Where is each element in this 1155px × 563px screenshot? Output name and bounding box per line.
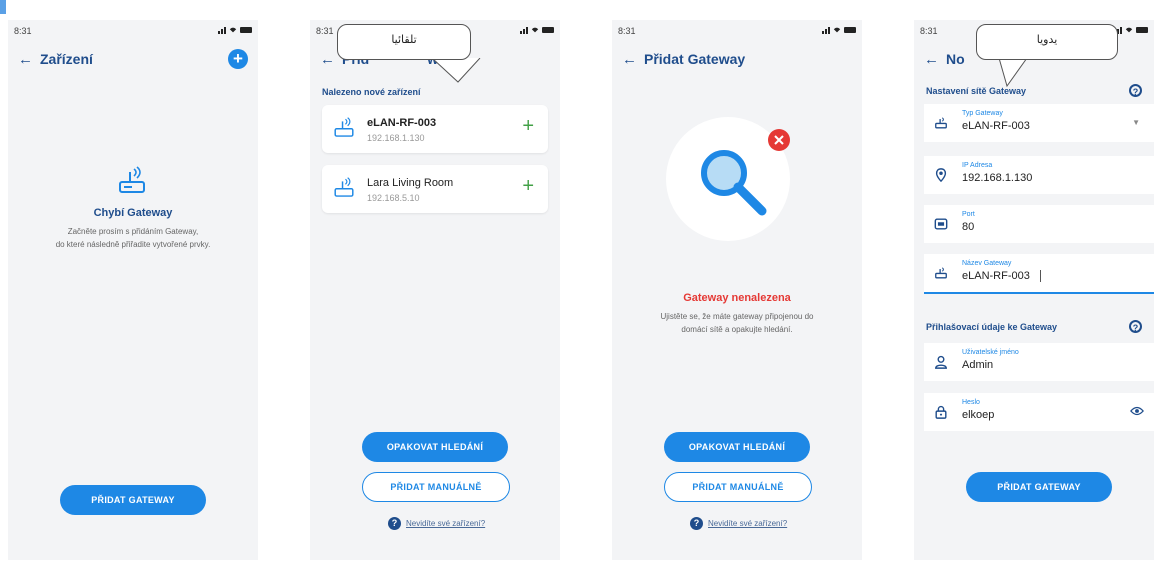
field-label: Port [962,211,975,218]
wifi-icon [1125,27,1133,33]
callout-pointer [431,58,481,83]
back-arrow-icon[interactable]: ← [622,51,640,68]
gateway-type-select[interactable]: Typ Gateway eLAN-RF-003 ▼ [924,104,1154,142]
status-time: 8:31 [618,26,636,36]
device-ip: 192.168.5.10 [367,193,420,203]
header: ← Přidat Gateway [622,46,852,72]
error-description-line1: Ujistěte se, že máte gateway připojenou … [660,312,814,321]
device-card[interactable]: Lara Living Room 192.168.5.10 + [322,165,548,213]
back-arrow-icon[interactable]: ← [18,51,36,68]
help-link-text: Nevidíte své zařízení? [708,519,788,528]
add-icon[interactable]: + [228,49,248,69]
page-title-fragment: No [946,51,965,67]
back-arrow-icon[interactable]: ← [924,51,942,68]
help-link[interactable]: ? Nevidíte své zařízení? [690,517,787,530]
device-ip: 192.168.1.130 [367,133,425,143]
retry-search-button[interactable]: OPAKOVAT HLEDÁNÍ [362,432,508,462]
help-icon: ? [690,517,703,530]
field-value: eLAN-RF-003 [962,120,1030,132]
field-value: elkoep [962,409,995,421]
screen-gateway-not-found: 8:31 ← Přidat Gateway Gateway nenalezena… [612,20,862,560]
username-field[interactable]: Uživatelské jméno Admin [924,343,1154,381]
wifi-icon [833,27,841,33]
callout-pointer [998,58,1028,88]
field-label: Typ Gateway [962,110,1003,117]
router-icon [119,166,145,193]
status-bar: 8:31 [14,26,252,38]
dropdown-arrow-icon[interactable]: ▼ [1132,118,1140,127]
ip-address-field[interactable]: IP Adresa 192.168.1.130 [924,156,1154,194]
battery-icon [1136,27,1148,33]
lock-icon [935,405,947,419]
router-icon [935,117,947,129]
password-field[interactable]: Heslo elkoep [924,393,1154,431]
field-value: 192.168.1.130 [962,172,1033,184]
text-cursor [1040,270,1041,282]
router-icon [935,267,947,279]
wifi-icon [531,27,539,33]
signal-icon [520,26,528,34]
status-time: 8:31 [920,26,938,36]
help-link[interactable]: ? Nevidíte své zařízení? [388,517,485,530]
gateway-name-field[interactable]: Název Gateway eLAN-RF-003 [924,254,1154,294]
field-value: Admin [962,359,994,371]
screen-add-gateway-found: 8:31 ← Přid way Nalezeno nové zařízení e… [310,20,560,560]
corner-marker [0,0,6,14]
field-label: IP Adresa [962,162,993,169]
port-field[interactable]: Port 80 [924,205,1154,243]
add-device-icon[interactable]: + [522,175,534,198]
signal-icon [822,26,830,34]
header: ← Zařízení + [18,46,248,72]
device-name: Lara Living Room [367,177,454,189]
eye-icon[interactable] [1130,405,1144,417]
help-icon[interactable]: ? [1129,84,1142,97]
empty-description-line1: Začněte prosím s přidáním Gateway, [67,227,199,236]
add-manually-button[interactable]: PŘIDAT MANUÁLNĚ [362,472,510,502]
error-description-line2: domácí sítě a opakujte hledání. [681,325,793,334]
status-time: 8:31 [14,26,32,36]
field-label: Uživatelské jméno [962,349,1019,356]
screen-manual-gateway: 8:31 ← No Nastavení sítě Gateway ? Typ G… [914,20,1154,560]
router-icon [334,177,354,197]
battery-icon [542,27,554,33]
add-manually-button[interactable]: PŘIDAT MANUÁLNĚ [664,472,812,502]
help-link-text: Nevidíte své zařízení? [406,519,486,528]
callout-manual: يدويا [976,24,1118,60]
empty-title: Chybí Gateway [93,207,173,219]
add-gateway-button[interactable]: PŘIDAT GATEWAY [966,472,1112,502]
error-title: Gateway nenalezena [683,292,791,304]
field-value: eLAN-RF-003 [962,270,1030,282]
add-device-icon[interactable]: + [522,115,534,138]
retry-search-button[interactable]: OPAKOVAT HLEDÁNÍ [664,432,810,462]
help-icon: ? [388,517,401,530]
page-title: Přidat Gateway [644,51,746,67]
callout-automatic: تلقائيا [337,24,471,60]
status-time: 8:31 [316,26,334,36]
status-bar: 8:31 [618,26,856,38]
battery-icon [844,27,856,33]
router-icon [334,117,354,137]
battery-icon [240,27,252,33]
field-label: Název Gateway [962,260,1012,267]
screen-devices: 8:31 ← Zařízení + Chybí Gateway Začněte … [8,20,258,560]
port-icon [934,218,948,230]
device-card[interactable]: eLAN-RF-003 192.168.1.130 + [322,105,548,153]
location-pin-icon [935,168,947,182]
magnifier-error-illustration [666,117,790,241]
field-value: 80 [962,221,975,233]
back-arrow-icon[interactable]: ← [320,51,338,68]
device-name: eLAN-RF-003 [367,117,437,129]
empty-description-line2: do které následně přiřadite vytvořené pr… [55,240,211,249]
add-gateway-button[interactable]: PŘIDAT GATEWAY [60,485,206,515]
field-label: Heslo [962,399,980,406]
page-title: Zařízení [40,51,93,67]
help-icon[interactable]: ? [1129,320,1142,333]
signal-icon [218,26,226,34]
user-icon [935,355,947,369]
section-found-devices: Nalezeno nové zařízení [322,87,421,97]
section-login-credentials: Přihlašovací údaje ke Gateway [926,322,1058,332]
wifi-icon [229,27,237,33]
